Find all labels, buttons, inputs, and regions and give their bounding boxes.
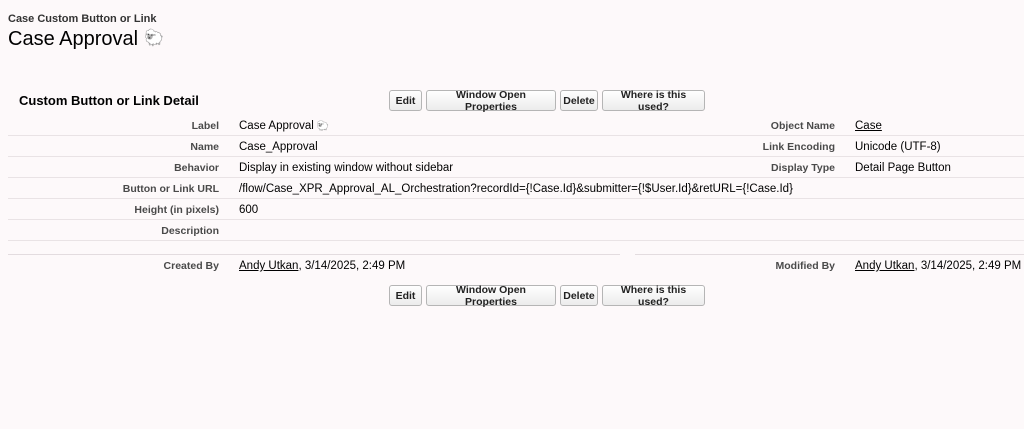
where-used-button[interactable]: Where is this used? [602,284,705,308]
modified-by-date: , 3/14/2025, 2:49 PM [914,260,1022,272]
url-field-label: Button or Link URL [122,183,219,195]
detail-table: Label Case Approval 🐑 Object Name Case Na… [8,115,1024,241]
info-row: Created By Andy Utkan, 3/14/2025, 2:49 P… [8,255,1024,275]
window-open-properties-button[interactable]: Window Open Properties [426,89,556,113]
behavior-field-value: Display in existing window without sideb… [239,162,454,174]
height-field-label: Height (in pixels) [134,204,219,216]
bottom-button-row: Edit Window Open Properties Delete Where… [389,284,705,308]
description-field-label: Description [161,225,219,237]
url-field-value: /flow/Case_XPR_Approval_AL_Orchestration… [239,183,793,195]
label-field-value: Case Approval 🐑 [239,116,329,137]
modified-by-label: Modified By [775,260,836,272]
page-title: Case Approval 🐑 [8,27,164,51]
page-title-text: Case Approval [8,28,139,50]
delete-button[interactable]: Delete [560,285,598,306]
created-by-value: Andy Utkan, 3/14/2025, 2:49 PM [239,256,405,276]
object-name-label: Object Name [770,120,835,132]
window-open-properties-button[interactable]: Window Open Properties [426,284,556,308]
delete-button[interactable]: Delete [560,90,598,111]
object-name-link[interactable]: Case [855,116,882,136]
display-type-label: Display Type [771,162,835,174]
created-by-label: Created By [163,260,219,272]
label-field-label: Label [191,120,219,132]
where-used-button[interactable]: Where is this used? [602,89,705,113]
top-button-row: Edit Window Open Properties Delete Where… [389,89,705,113]
detail-row-height: Height (in pixels) 600 [8,199,1024,220]
detail-row-name: Name Case_Approval Link Encoding Unicode… [8,136,1024,157]
section-title: Custom Button or Link Detail [19,93,199,108]
created-by-user-link[interactable]: Andy Utkan [239,260,298,272]
display-type-value: Detail Page Button [855,162,951,174]
detail-row-label: Label Case Approval 🐑 Object Name Case [8,115,1024,136]
modified-by-value: Andy Utkan, 3/14/2025, 2:49 PM [855,256,1021,276]
sheep-icon: 🐑 [316,121,330,132]
edit-button[interactable]: Edit [389,90,422,111]
edit-button[interactable]: Edit [389,285,422,306]
page-type-label: Case Custom Button or Link [8,13,157,25]
height-field-value: 600 [239,204,259,216]
name-field-value: Case_Approval [239,141,318,153]
sheep-icon: 🐑 [144,30,164,47]
link-encoding-value: Unicode (UTF-8) [855,141,941,153]
behavior-field-label: Behavior [174,162,219,174]
modified-by-user-link[interactable]: Andy Utkan [855,260,914,272]
detail-row-description: Description [8,220,1024,241]
created-by-date: , 3/14/2025, 2:49 PM [298,260,406,272]
name-field-label: Name [190,141,219,153]
detail-row-behavior: Behavior Display in existing window with… [8,157,1024,178]
label-value-text: Case Approval [239,120,314,132]
link-encoding-label: Link Encoding [762,141,835,153]
system-info: Created By Andy Utkan, 3/14/2025, 2:49 P… [8,255,1024,275]
detail-row-url: Button or Link URL /flow/Case_XPR_Approv… [8,178,1024,199]
page-header: Case Custom Button or Link Case Approval… [8,13,164,51]
